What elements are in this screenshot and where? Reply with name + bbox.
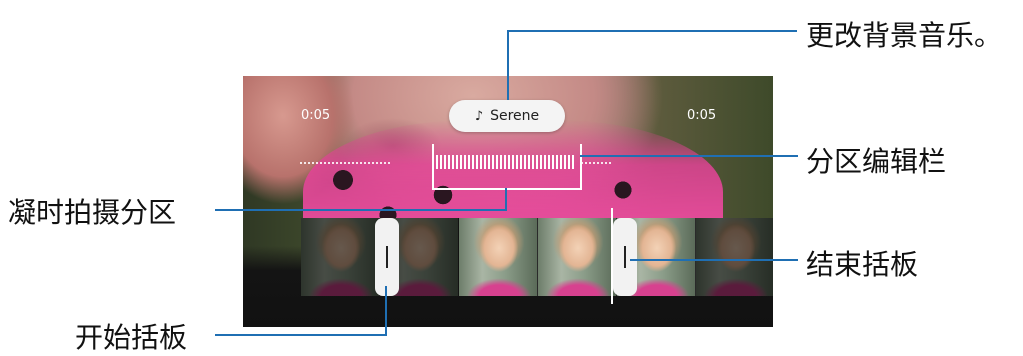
callout-line bbox=[385, 286, 387, 336]
callout-line bbox=[505, 188, 507, 211]
music-track-label: Serene bbox=[490, 108, 540, 124]
speed-track-left bbox=[300, 162, 390, 164]
callout-line bbox=[215, 209, 507, 211]
callout-line bbox=[630, 259, 798, 261]
segment-edit-bar[interactable] bbox=[432, 144, 582, 190]
filmstrip-frame bbox=[696, 218, 773, 296]
callout-line bbox=[507, 30, 797, 32]
start-trim-handle[interactable] bbox=[375, 218, 399, 296]
callout-segment-edit-bar: 分区编辑栏 bbox=[806, 145, 947, 178]
handle-grip bbox=[386, 246, 388, 268]
callout-line bbox=[507, 30, 509, 100]
end-trim-handle[interactable] bbox=[613, 218, 637, 296]
callout-end-handle: 结束括板 bbox=[806, 248, 919, 281]
playhead[interactable] bbox=[611, 208, 613, 304]
filmstrip-frame bbox=[538, 218, 617, 296]
music-note-icon: ♪ bbox=[474, 108, 484, 124]
filmstrip-frame bbox=[459, 218, 538, 296]
filmstrip-frame bbox=[301, 218, 380, 296]
segment-start-time: 0:05 bbox=[301, 108, 331, 123]
callout-line bbox=[580, 155, 798, 157]
callout-start-handle: 开始括板 bbox=[75, 321, 188, 354]
segment-end-time: 0:05 bbox=[687, 108, 717, 123]
callout-line bbox=[215, 334, 387, 336]
callout-change-bgm: 更改背景音乐。 bbox=[806, 19, 1003, 52]
video-editor-screen: 0:05 0:05 ♪ Serene bbox=[243, 76, 773, 327]
background-music-button[interactable]: ♪ Serene bbox=[449, 100, 565, 132]
speed-track-right bbox=[581, 162, 611, 164]
callout-hyperlapse-segment: 凝时拍摄分区 bbox=[8, 196, 177, 229]
filmstrip[interactable] bbox=[301, 218, 773, 296]
handle-grip bbox=[624, 246, 626, 268]
